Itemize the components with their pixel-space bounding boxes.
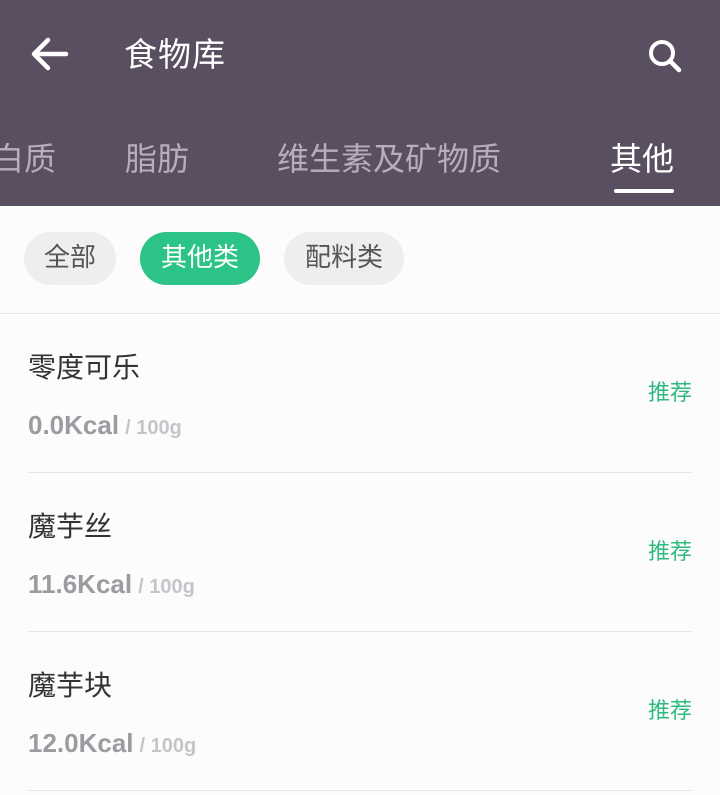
page-title: 食物库: [124, 35, 226, 74]
active-tab-indicator: [614, 189, 674, 193]
top-app-bar: 食物库 白质 脂肪 维生素及矿物质 其他: [0, 0, 720, 206]
food-calories: 12.0Kcal/ 100g: [28, 724, 196, 766]
food-name: 魔芋丝: [28, 510, 113, 543]
filter-chip-all[interactable]: 全部: [24, 232, 116, 285]
food-calories: 11.6Kcal/ 100g: [28, 565, 195, 607]
list-item[interactable]: 魔芋丝 11.6Kcal/ 100g 推荐: [0, 473, 720, 632]
calorie-value: 11.6Kcal: [28, 569, 133, 599]
category-tabs: 白质 脂肪 维生素及矿物质 其他: [0, 128, 720, 206]
food-name: 零度可乐: [28, 351, 141, 384]
filter-chip-seasoning[interactable]: 配料类: [284, 232, 404, 285]
food-list: 零度可乐 0.0Kcal/ 100g 推荐 魔芋丝 11.6Kcal/ 100g…: [0, 314, 720, 791]
calorie-value: 12.0Kcal: [28, 728, 134, 758]
calorie-value: 0.0Kcal: [28, 410, 120, 440]
tab-vitamins-minerals[interactable]: 维生素及矿物质: [277, 136, 501, 182]
list-item[interactable]: 魔芋块 12.0Kcal/ 100g 推荐: [0, 632, 720, 791]
tab-fat[interactable]: 脂肪: [125, 136, 189, 182]
filter-chip-other[interactable]: 其他类: [140, 232, 260, 285]
list-item[interactable]: 零度可乐 0.0Kcal/ 100g 推荐: [0, 314, 720, 473]
calorie-unit: / 100g: [138, 576, 195, 598]
divider: [28, 790, 692, 791]
food-calories: 0.0Kcal/ 100g: [28, 406, 182, 448]
search-icon[interactable]: [645, 36, 685, 76]
recommend-button[interactable]: 推荐: [648, 537, 692, 569]
calorie-unit: / 100g: [125, 417, 182, 439]
recommend-button[interactable]: 推荐: [648, 378, 692, 410]
calorie-unit: / 100g: [139, 735, 197, 757]
food-name: 魔芋块: [28, 669, 113, 702]
tab-protein[interactable]: 白质: [0, 136, 56, 182]
back-arrow-icon[interactable]: [28, 34, 72, 74]
filter-bar: 全部 其他类 配料类: [0, 206, 720, 314]
recommend-button[interactable]: 推荐: [648, 696, 692, 728]
tab-other[interactable]: 其他: [610, 136, 674, 182]
